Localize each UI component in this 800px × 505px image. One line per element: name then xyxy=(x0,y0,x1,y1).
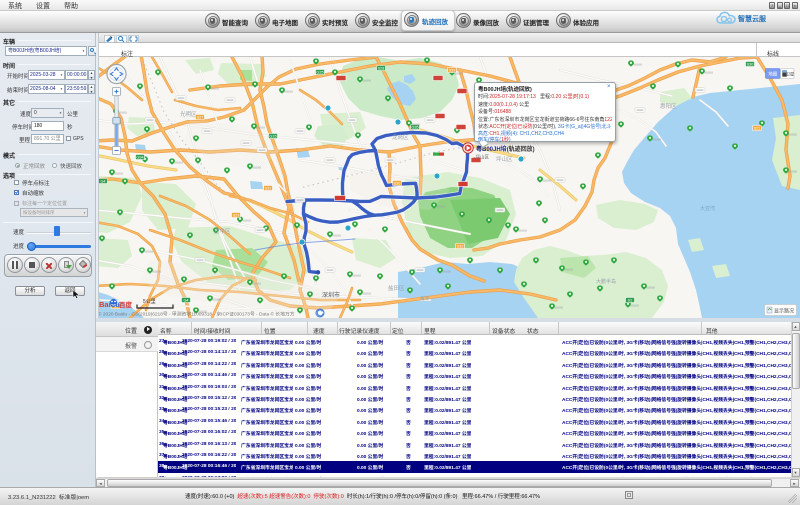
svg-text:S31: S31 xyxy=(265,187,272,191)
svg-text:深圳市: 深圳市 xyxy=(322,291,340,299)
svg-text:5公里: 5公里 xyxy=(143,299,156,305)
svg-text:G4: G4 xyxy=(183,299,188,303)
svg-text:海湾: 海湾 xyxy=(420,295,429,302)
svg-text:-坪山区: -坪山区 xyxy=(474,154,489,161)
svg-text:S2: S2 xyxy=(628,299,633,303)
svg-text:S29: S29 xyxy=(233,214,240,218)
svg-text:S30: S30 xyxy=(747,63,754,67)
svg-text:坪山区: 坪山区 xyxy=(496,155,513,163)
svg-text:龙岗区: 龙岗区 xyxy=(392,133,409,141)
svg-text:G15: G15 xyxy=(269,135,276,139)
svg-text:百度: 百度 xyxy=(119,300,133,309)
svg-text:龙华区: 龙华区 xyxy=(214,227,231,235)
svg-text:盐田区: 盐田区 xyxy=(388,284,405,292)
svg-text:显示路况: 显示路况 xyxy=(774,308,794,315)
svg-text:惠阳区: 惠阳区 xyxy=(660,102,677,110)
svg-text:大鹏半岛: 大鹏半岛 xyxy=(596,278,616,285)
svg-text:S21: S21 xyxy=(754,127,761,131)
svg-text:S33: S33 xyxy=(449,69,456,73)
svg-text:卫星: 卫星 xyxy=(786,71,794,76)
svg-text:G25: G25 xyxy=(316,71,323,75)
svg-text:S27: S27 xyxy=(197,116,204,120)
svg-text:大亚湾: 大亚湾 xyxy=(700,205,715,212)
svg-text:光明区: 光明区 xyxy=(180,110,197,118)
svg-text:地图: 地图 xyxy=(768,71,778,78)
svg-text:Baidu: Baidu xyxy=(99,300,120,309)
svg-text:S30: S30 xyxy=(394,182,401,186)
svg-text:G94: G94 xyxy=(136,156,143,160)
svg-text:G35: G35 xyxy=(411,126,418,130)
svg-text:© 2020 Baidu - GS(2019)6218号 -: © 2020 Baidu - GS(2019)6218号 - 甲测资字11009… xyxy=(98,311,295,318)
svg-text:S28: S28 xyxy=(378,67,385,71)
svg-text:G4: G4 xyxy=(100,180,105,184)
svg-text:S32: S32 xyxy=(457,245,464,249)
